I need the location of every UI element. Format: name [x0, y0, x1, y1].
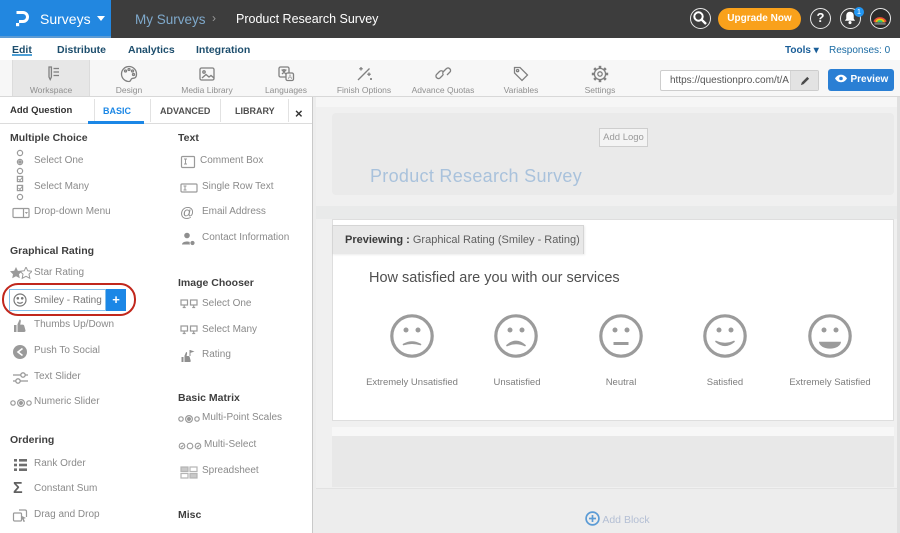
svg-text:A: A	[288, 75, 292, 81]
